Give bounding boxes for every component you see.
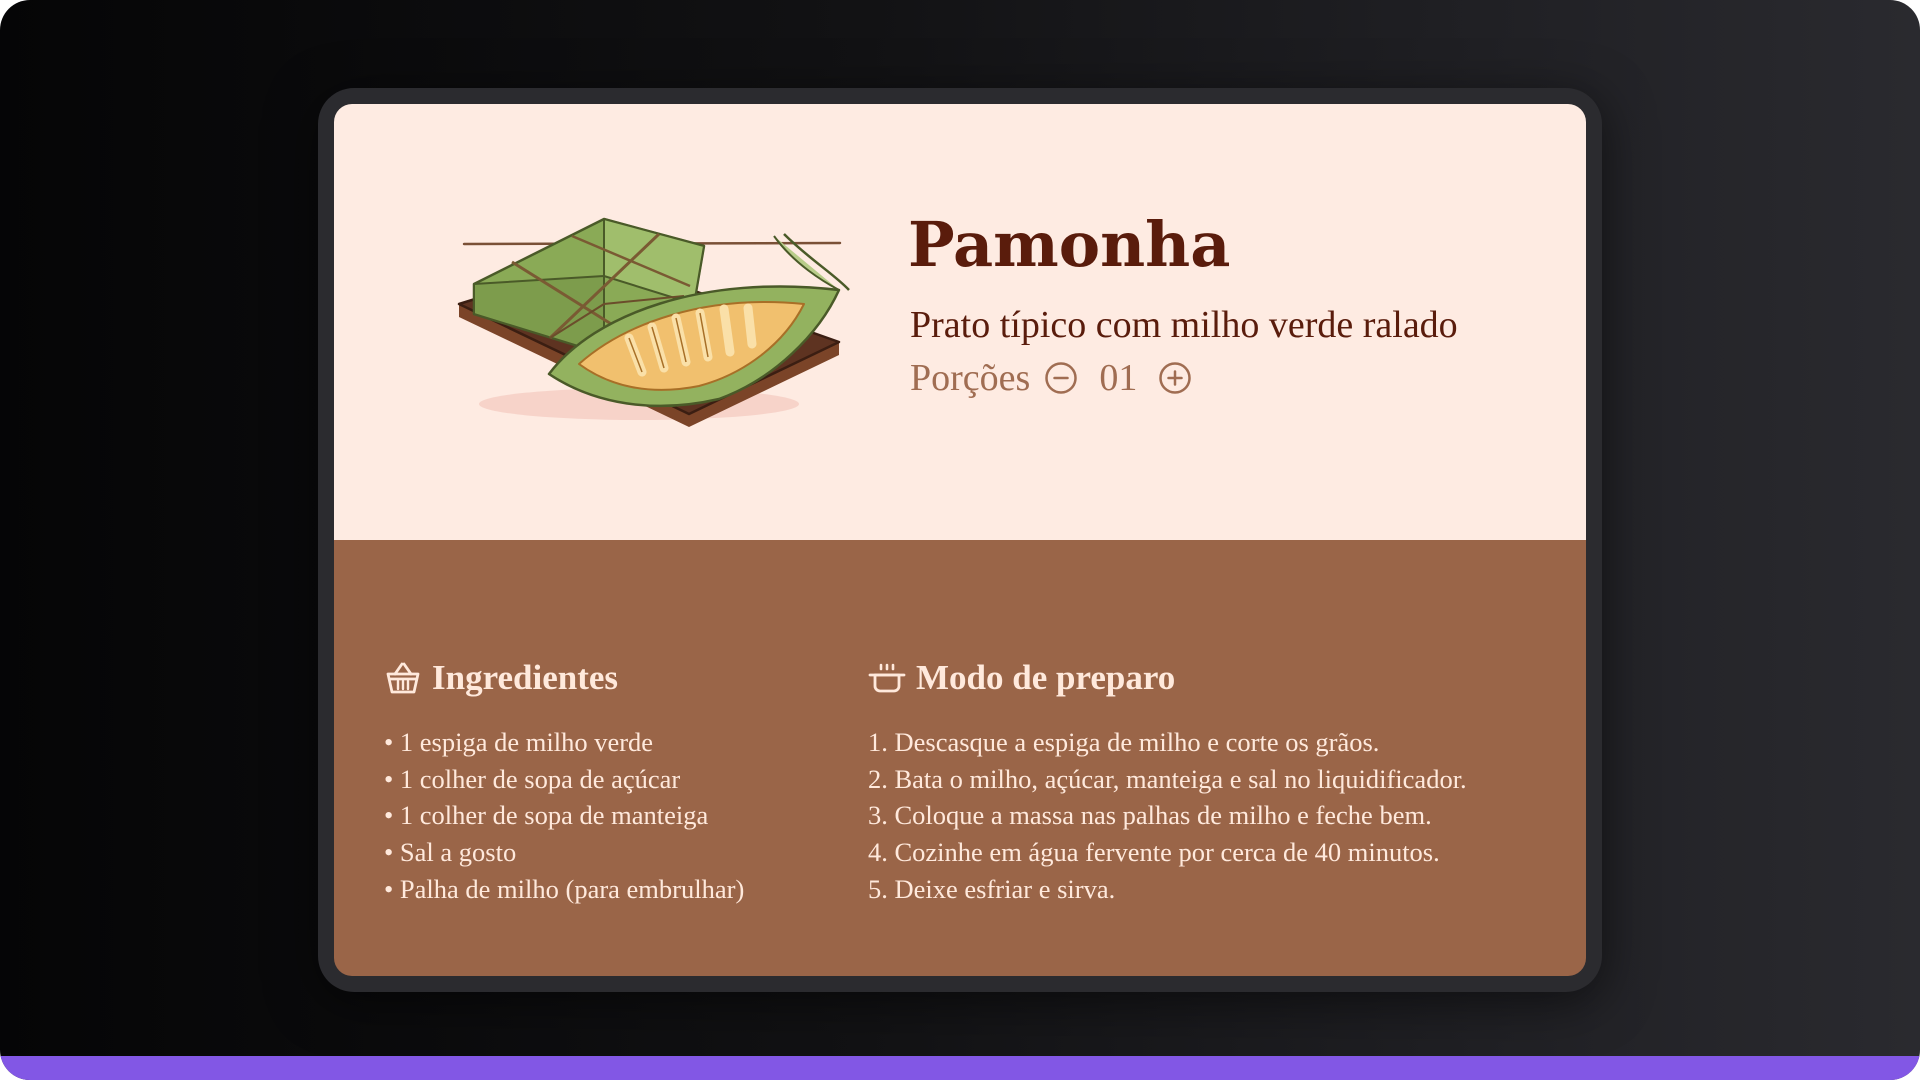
- cooking-pot-icon: [868, 659, 906, 697]
- ingredient-item: • 1 colher de sopa de manteiga: [384, 800, 709, 831]
- ingredient-item: • Palha de milho (para embrulhar): [384, 873, 745, 904]
- recipe-subtitle: Prato típico com milho verde ralado: [910, 304, 1458, 346]
- servings-count: 01: [1099, 357, 1138, 399]
- ingredients-section: Ingredientes • 1 espiga de milho verde •…: [384, 656, 824, 908]
- screen: Pamonha Prato típico com milho verde ral…: [0, 0, 1920, 1080]
- preparation-step: 3. Coloque a massa nas palhas de milho e…: [868, 800, 1432, 831]
- ingredients-heading: Ingredientes: [384, 656, 824, 700]
- servings-control: Porções 01: [910, 356, 1192, 400]
- recipe-title: Pamonha: [908, 208, 1231, 281]
- plus-circle-icon: [1159, 362, 1192, 394]
- preparation-step: 5. Deixe esfriar e sirva.: [868, 873, 1116, 904]
- ingredients-list: • 1 espiga de milho verde • 1 colher de …: [384, 724, 824, 908]
- ingredients-heading-label: Ingredientes: [432, 658, 619, 697]
- accent-bar: [0, 1056, 1920, 1080]
- preparation-section: Modo de preparo 1. Descasque a espiga de…: [868, 656, 1568, 908]
- preparation-step: 4. Cozinhe em água fervente por cerca de…: [868, 837, 1440, 868]
- ingredient-item: • 1 espiga de milho verde: [384, 727, 654, 757]
- preparation-steps: 1. Descasque a espiga de milho e corte o…: [868, 724, 1568, 908]
- decrease-servings-button[interactable]: [1044, 361, 1078, 395]
- preparation-step: 1. Descasque a espiga de milho e corte o…: [868, 727, 1380, 757]
- device-frame: Pamonha Prato típico com milho verde ral…: [318, 88, 1602, 992]
- recipe-header: Pamonha Prato típico com milho verde ral…: [334, 104, 1586, 540]
- preparation-step: 2. Bata o milho, açúcar, manteiga e sal …: [868, 763, 1467, 794]
- ingredient-item: • Sal a gosto: [384, 837, 517, 868]
- servings-label: Porções: [910, 357, 1031, 399]
- preparation-heading: Modo de preparo: [868, 656, 1568, 700]
- ingredient-item: • 1 colher de sopa de açúcar: [384, 763, 681, 794]
- increase-servings-button[interactable]: [1158, 361, 1192, 395]
- recipe-card: Pamonha Prato típico com milho verde ral…: [334, 104, 1586, 976]
- pamonha-illustration: [457, 217, 850, 427]
- preparation-heading-label: Modo de preparo: [916, 658, 1176, 697]
- minus-circle-icon: [1045, 362, 1078, 394]
- basket-icon: [384, 659, 422, 697]
